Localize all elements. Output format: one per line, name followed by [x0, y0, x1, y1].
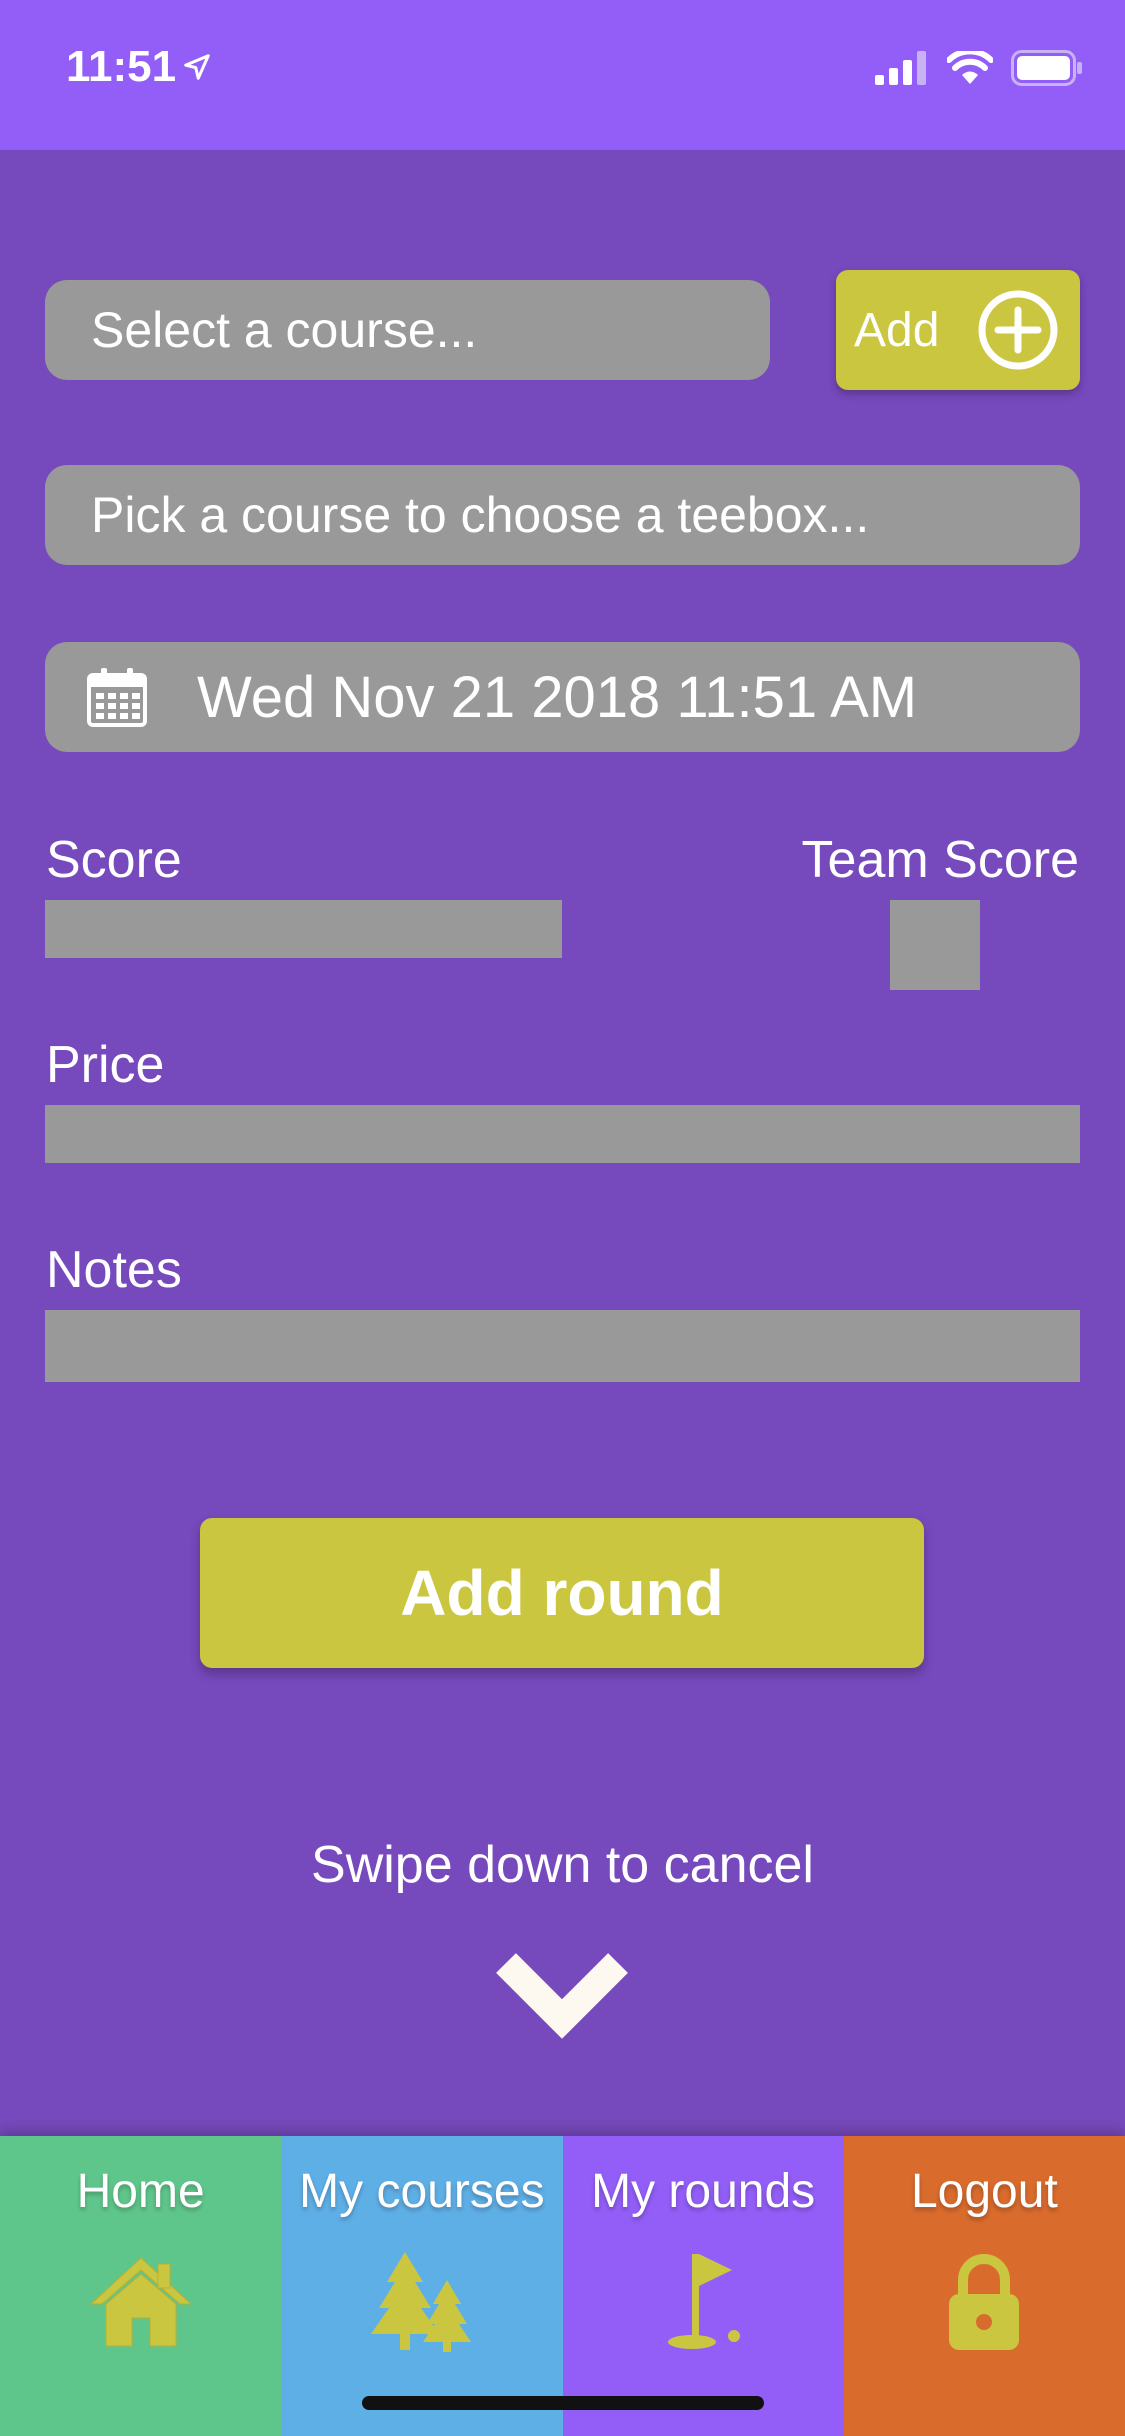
home-icon [89, 2257, 192, 2347]
course-select[interactable]: Select a course... [45, 280, 770, 380]
add-round-button[interactable]: Add round [200, 1518, 924, 1668]
status-icons [875, 50, 1083, 86]
price-label: Price [46, 1036, 165, 1094]
tab-my-courses[interactable]: My courses [281, 2136, 563, 2436]
status-bar: 11:51 [0, 0, 1125, 150]
cellular-signal-icon [875, 51, 926, 85]
swipe-down-hint: Swipe down to cancel [311, 1836, 814, 1894]
wifi-icon [947, 51, 993, 84]
team-score-label: Team Score [801, 831, 1079, 889]
tab-bar: Home My courses My rounds Logout [0, 2136, 1125, 2436]
teebox-select-placeholder: Pick a course to choose a teebox... [91, 487, 870, 543]
notes-label: Notes [46, 1241, 182, 1299]
team-score-input[interactable] [890, 900, 980, 990]
trees-icon [370, 2252, 471, 2352]
score-label: Score [46, 831, 182, 889]
status-time-text: 11:51 [66, 42, 177, 91]
tab-my-rounds-label: My rounds [591, 2165, 816, 2218]
home-indicator[interactable] [362, 2396, 764, 2410]
calendar-icon [87, 668, 147, 727]
course-select-placeholder: Select a course... [91, 302, 478, 358]
tab-home-label: Home [76, 2165, 205, 2218]
golf-flag-icon [668, 2254, 741, 2349]
add-course-button[interactable]: Add [836, 270, 1080, 390]
tab-logout-label: Logout [910, 2165, 1058, 2218]
notes-input[interactable] [45, 1310, 1080, 1382]
price-input[interactable] [45, 1105, 1080, 1163]
lock-icon [949, 2254, 1020, 2350]
teebox-select[interactable]: Pick a course to choose a teebox... [45, 465, 1080, 565]
date-picker[interactable]: Wed Nov 21 2018 11:51 AM [45, 642, 1080, 752]
date-value: Wed Nov 21 2018 11:51 AM [197, 664, 918, 730]
battery-icon [1011, 50, 1082, 86]
add-course-label: Add [854, 303, 940, 357]
tab-my-courses-label: My courses [299, 2165, 545, 2218]
plus-circle-icon [978, 290, 1058, 370]
score-input[interactable] [45, 900, 562, 958]
status-time: 11:51 [66, 42, 212, 92]
tab-my-rounds[interactable]: My rounds [562, 2136, 844, 2436]
chevron-down-icon[interactable] [492, 1945, 632, 2045]
tab-home[interactable]: Home [0, 2136, 282, 2436]
location-arrow-icon [184, 54, 210, 80]
tab-logout[interactable]: Logout [843, 2136, 1125, 2436]
